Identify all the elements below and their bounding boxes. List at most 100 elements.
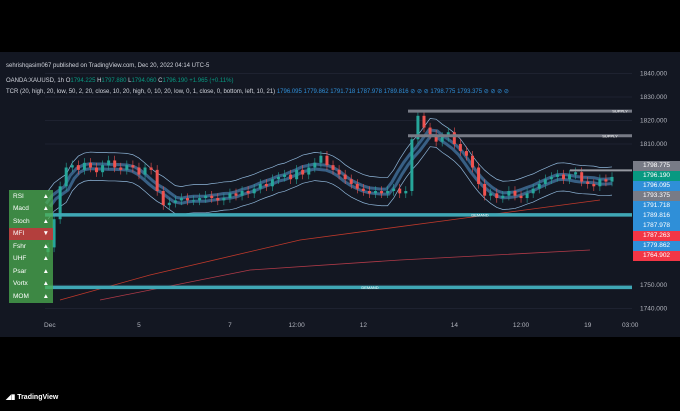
candle-body xyxy=(392,188,396,191)
candle-body xyxy=(173,200,177,203)
candle-body xyxy=(143,167,147,175)
indicator-name: TCR (20, high, 20, low, 50, 2, 20, close… xyxy=(6,89,276,95)
indicator-row-stoch[interactable]: Stoch ▲ xyxy=(9,215,53,228)
candle-body xyxy=(204,195,208,199)
triangle-down-icon: ▼ xyxy=(42,230,49,238)
indicator-label: Stoch xyxy=(13,217,30,225)
y-tick-label: 1810.000 xyxy=(640,141,667,148)
candle-body xyxy=(404,191,408,194)
high-value: 1797.880 xyxy=(101,78,127,84)
candle-body xyxy=(228,193,232,199)
indicator-row-mfi[interactable]: MFI ▼ xyxy=(9,227,53,240)
low-value: 1794.060 xyxy=(131,78,157,84)
x-tick-label: 12:00 xyxy=(513,322,530,329)
x-tick-label: 12 xyxy=(360,322,368,329)
candle-body xyxy=(234,193,238,196)
zone-label: DEMAND xyxy=(361,285,378,290)
price-label: 1796.190 xyxy=(633,171,680,181)
candle-body xyxy=(198,198,202,201)
candle-body xyxy=(283,174,287,177)
publisher-line: sehrishqasim067 published on TradingView… xyxy=(6,63,210,69)
indicator-row-macd[interactable]: Macd ▲ xyxy=(9,203,53,216)
candle-body xyxy=(428,127,432,135)
x-tick-label: 19 xyxy=(584,322,592,329)
candle-body xyxy=(343,174,347,180)
close-value: 1796.190 xyxy=(162,78,188,84)
candle-body xyxy=(76,165,80,170)
price-label: 1764.902 xyxy=(633,251,680,261)
candle-body xyxy=(355,183,359,189)
candle-body xyxy=(307,167,311,175)
candle-body xyxy=(264,183,268,187)
price-chart[interactable]: SUPPLY SUPPLY DEMAND DEMAND 1840.000 1830.000… xyxy=(0,0,680,411)
indicator-row-mom[interactable]: MOM ▲ xyxy=(9,290,53,303)
candle-body xyxy=(410,139,414,191)
indicator-row-vortx[interactable]: Vortx ▲ xyxy=(9,278,53,291)
price-label: 1787.263 xyxy=(633,231,680,241)
candle-body xyxy=(210,195,214,199)
y-tick-label: 1740.000 xyxy=(640,306,667,313)
triangle-up-icon: ▲ xyxy=(42,280,49,288)
candle-body xyxy=(489,193,493,196)
candle-body xyxy=(507,191,511,196)
candle-body xyxy=(349,179,353,184)
price-label: 1789.816 xyxy=(633,211,680,221)
candle-body xyxy=(568,174,572,180)
candle-body xyxy=(495,193,499,199)
candle-body xyxy=(610,176,614,182)
candle-body xyxy=(64,167,68,187)
candle-body xyxy=(325,155,329,166)
y-tick-label: 1820.000 xyxy=(640,118,667,125)
tradingview-logo: ◢▮ TradingView xyxy=(6,394,59,401)
candle-body xyxy=(537,183,541,189)
indicator-line[interactable]: TCR (20, high, 20, low, 50, 2, 20, close… xyxy=(6,88,509,95)
candle-body xyxy=(555,174,559,177)
candle-body xyxy=(592,183,596,187)
candle-body xyxy=(95,167,99,173)
candle-body xyxy=(331,165,335,170)
y-tick-label: 1840.000 xyxy=(640,71,667,78)
indicator-row-uhf[interactable]: UHF ▲ xyxy=(9,253,53,266)
candle-body xyxy=(513,191,517,196)
price-label: 1787.978 xyxy=(633,221,680,231)
zone-label: SUPPLY xyxy=(612,109,628,114)
open-value: 1794.225 xyxy=(70,78,96,84)
x-tick-label: 03:00 xyxy=(622,322,639,329)
candle-body xyxy=(531,188,535,194)
candle-body xyxy=(422,115,426,128)
candle-body xyxy=(319,155,323,163)
indicator-row-rsi[interactable]: RSI ▲ xyxy=(9,190,53,203)
candle-body xyxy=(386,191,390,194)
candle-body xyxy=(289,174,293,180)
triangle-up-icon: ▲ xyxy=(42,292,49,300)
indicator-label: Vortx xyxy=(13,280,28,288)
candle-body xyxy=(440,136,444,142)
triangle-up-icon: ▲ xyxy=(42,242,49,250)
candle-body xyxy=(125,165,129,170)
candle-body xyxy=(367,191,371,194)
candle-body xyxy=(119,167,123,170)
indicator-panel: RSI ▲ Macd ▲ Stoch ▲ MFI ▼ Fshr ▲ UHF ▲ Psar ▲ Vortx ▲ M… xyxy=(9,190,53,303)
x-tick-label: 7 xyxy=(228,322,232,329)
candle-body xyxy=(464,151,468,156)
triangle-up-icon: ▲ xyxy=(42,205,49,213)
x-tick-label: 5 xyxy=(137,322,141,329)
price-label: 1796.095 xyxy=(633,181,680,191)
candle-body xyxy=(337,169,341,175)
indicator-row-psar[interactable]: Psar ▲ xyxy=(9,265,53,278)
symbol[interactable]: OANDA:XAUUSD, 1h xyxy=(6,78,64,84)
x-tick-label: 14 xyxy=(451,322,459,329)
candle-body xyxy=(598,179,602,187)
candle-body xyxy=(373,191,377,194)
candle-body xyxy=(149,167,153,170)
candle-body xyxy=(131,165,135,168)
candle-body xyxy=(101,165,105,173)
candle-body xyxy=(258,183,262,189)
triangle-up-icon: ▲ xyxy=(42,267,49,275)
candle-body xyxy=(107,160,111,166)
candle-body xyxy=(52,219,56,248)
x-tick-label: Dec xyxy=(44,322,56,329)
indicator-row-fshr[interactable]: Fshr ▲ xyxy=(9,240,53,253)
x-tick-label: 12:00 xyxy=(289,322,306,329)
change-value: +1.965 (+0.11%) xyxy=(189,78,234,84)
